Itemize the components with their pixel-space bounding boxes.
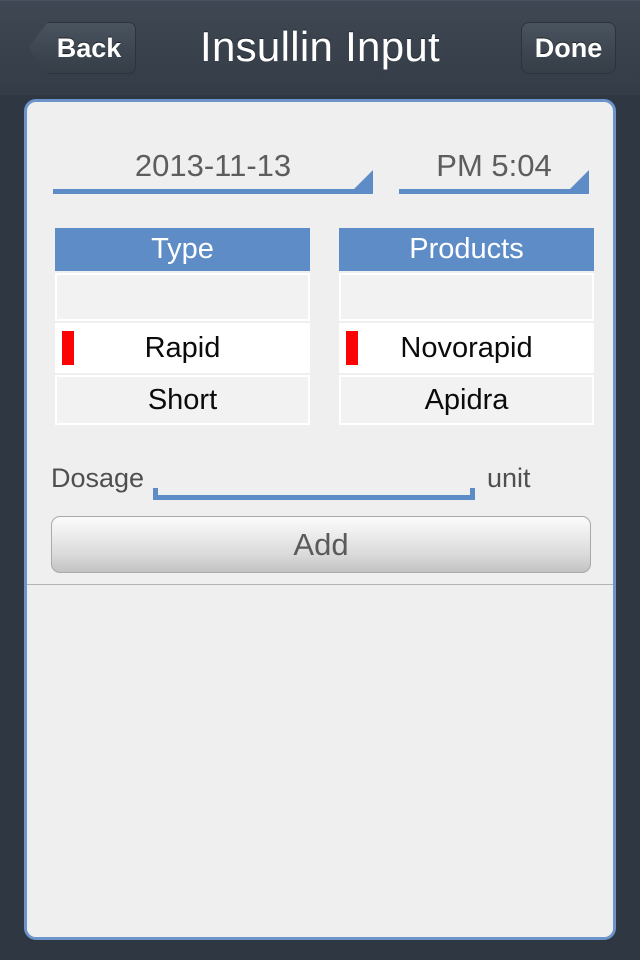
time-value: PM 5:04 <box>436 148 552 183</box>
list-item-label: Apidra <box>424 384 509 416</box>
date-value: 2013-11-13 <box>134 148 292 183</box>
type-picker: Type Rapid Short <box>55 228 310 427</box>
products-picker-list[interactable]: Novorapid Apidra <box>339 273 594 425</box>
selected-marker-icon <box>346 331 358 365</box>
unit-label: unit <box>487 463 531 493</box>
type-picker-header: Type <box>55 228 310 271</box>
type-picker-list[interactable]: Rapid Short <box>55 273 310 425</box>
picker-columns: Type Rapid Short Products Novorapid Apid… <box>27 228 613 433</box>
datetime-row: 2013-11-13 PM 5:04 <box>27 146 613 198</box>
time-picker-field[interactable]: PM 5:04 <box>399 146 589 198</box>
navigation-bar: Back Insullin Input Done <box>0 0 640 95</box>
selected-marker-icon <box>62 331 74 365</box>
date-underline <box>53 189 373 194</box>
list-item[interactable]: Apidra <box>339 375 594 425</box>
time-underline <box>399 189 589 194</box>
entry-list[interactable] <box>27 585 613 937</box>
content-panel: 2013-11-13 PM 5:04 Type Rapid Short Prod… <box>24 99 616 940</box>
products-picker: Products Novorapid Apidra <box>339 228 594 427</box>
triangle-down-icon[interactable] <box>565 170 589 194</box>
done-button[interactable]: Done <box>521 22 616 74</box>
date-picker-field[interactable]: 2013-11-13 <box>53 146 373 198</box>
add-button[interactable]: Add <box>51 516 591 573</box>
dosage-underline <box>153 488 475 500</box>
dosage-label: Dosage <box>51 463 145 493</box>
list-item-label: Short <box>147 384 218 416</box>
dosage-input[interactable] <box>153 464 475 494</box>
products-picker-header: Products <box>339 228 594 271</box>
list-item[interactable]: Short <box>55 375 310 425</box>
list-item[interactable] <box>339 273 594 321</box>
dosage-input-wrapper[interactable] <box>153 464 475 500</box>
list-item[interactable]: Novorapid <box>339 323 594 373</box>
list-item[interactable] <box>55 273 310 321</box>
triangle-down-icon[interactable] <box>349 170 373 194</box>
list-item[interactable]: Rapid <box>55 323 310 373</box>
list-item-label: Novorapid <box>400 332 533 364</box>
dosage-row: Dosage unit <box>27 460 613 504</box>
list-item-label: Rapid <box>144 332 221 364</box>
